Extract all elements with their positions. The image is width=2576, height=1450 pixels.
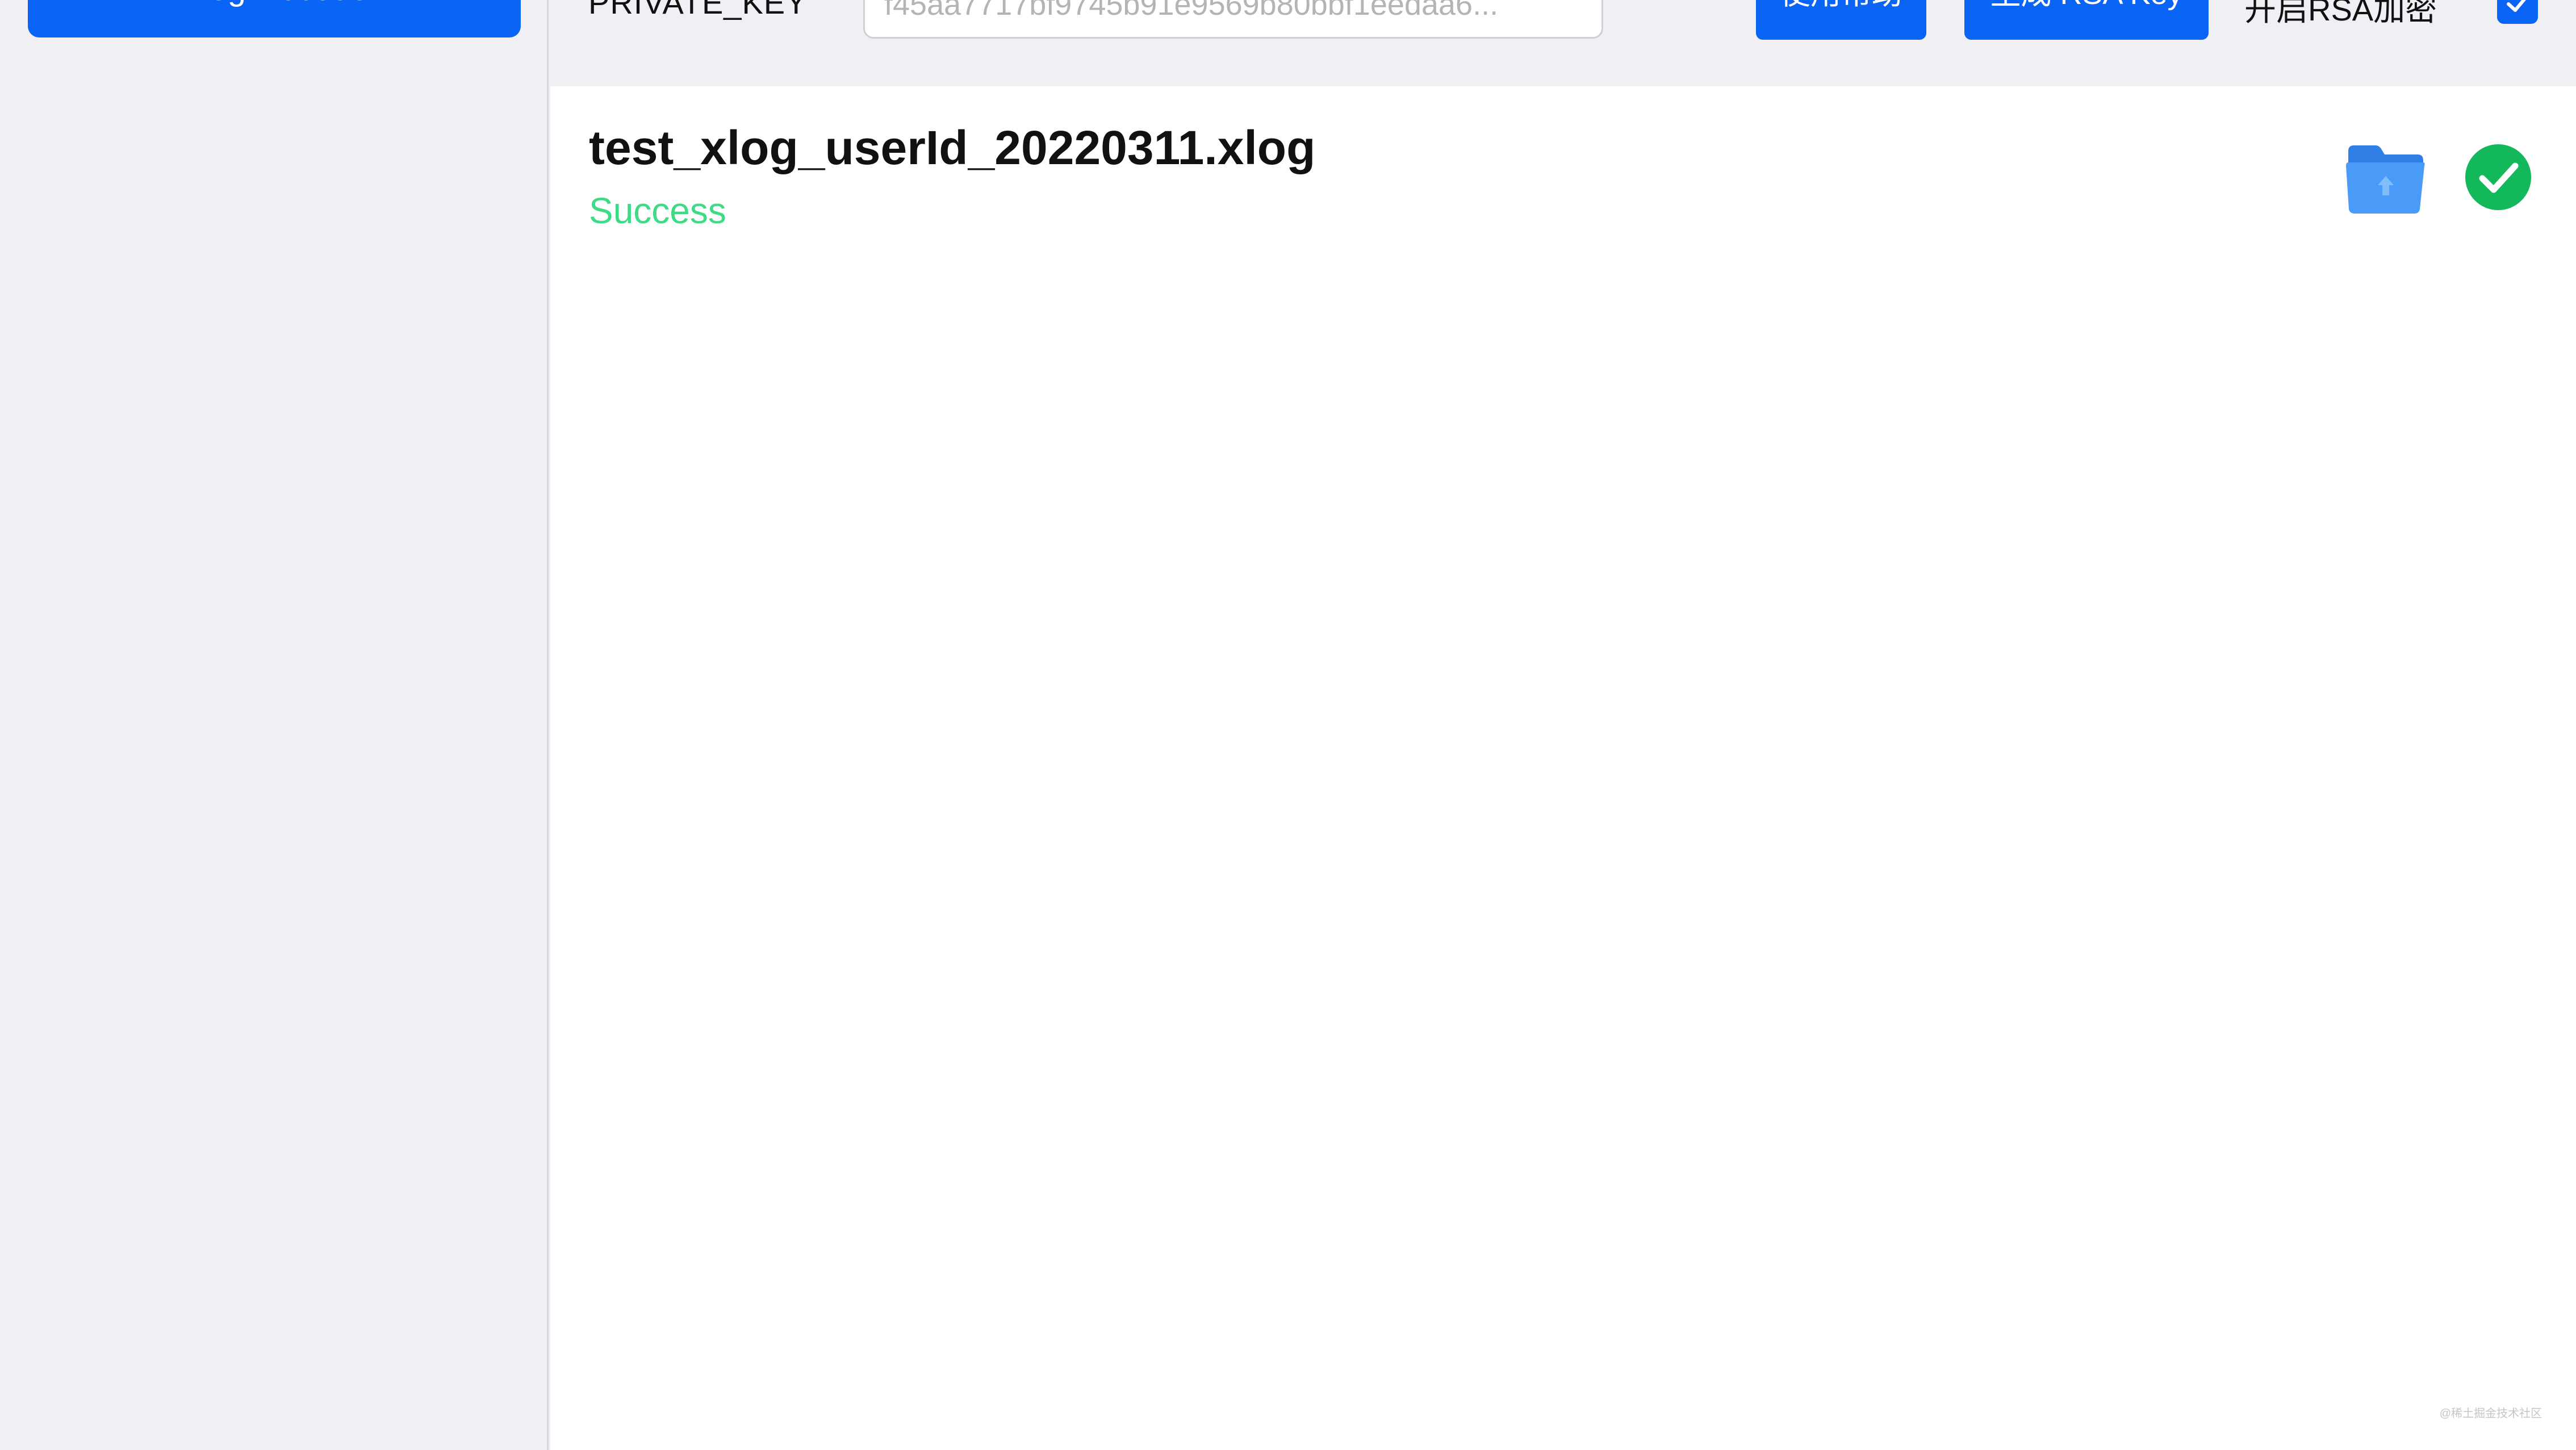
xlog-decode-nav-label: Xlog Decode [180,0,369,7]
private-key-input[interactable]: f45aa7717bf9745b91e9569b80bbf1eedaa6... [863,0,1603,39]
app-window: Xlog Decode PRIVATE_KEY f45aa7717bf9745b… [0,0,2576,1450]
toolbar: PRIVATE_KEY f45aa7717bf9745b91e9569b80bb… [550,0,2576,86]
watermark: @稀土掘金技术社区 [2439,1407,2542,1420]
rsa-toggle-label: 开启RSA加密 [2244,0,2437,27]
xlog-decode-nav-button[interactable]: Xlog Decode [28,0,521,37]
file-list-item: test_xlog_userId_20220311.xlog Success [550,86,2576,245]
file-name: test_xlog_userId_20220311.xlog [589,121,1316,174]
rsa-enable-checkbox[interactable] [2497,0,2538,24]
check-circle-icon [2464,143,2532,211]
help-button[interactable]: 使用帮助 [1756,0,1926,40]
folder-upload-icon[interactable] [2345,143,2427,216]
file-status: Success [589,190,726,231]
sidebar: Xlog Decode [0,0,549,1450]
generate-rsa-key-label: 生成 RSA Key [1990,0,2182,11]
generate-rsa-key-button[interactable]: 生成 RSA Key [1964,0,2209,40]
help-button-label: 使用帮助 [1780,0,1902,11]
checkmark-icon [2507,0,2526,12]
file-list: test_xlog_userId_20220311.xlog Success @… [550,86,2576,1450]
private-key-label: PRIVATE_KEY [588,0,808,20]
